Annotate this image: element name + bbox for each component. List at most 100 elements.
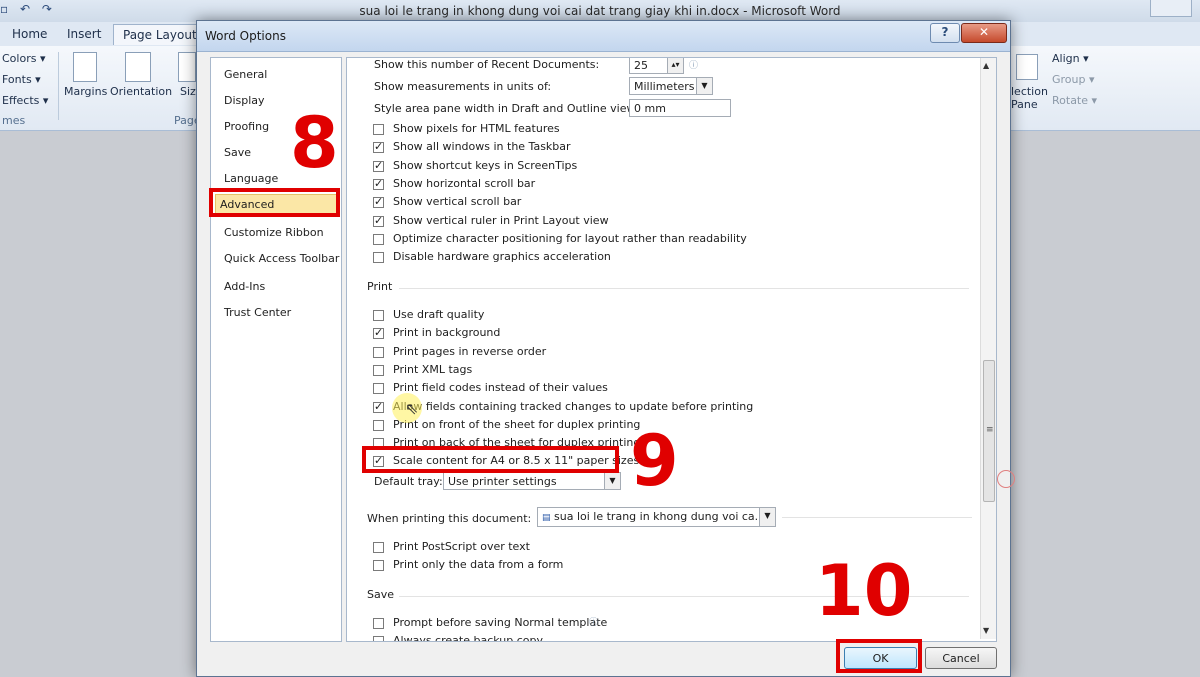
- checkbox-checked[interactable]: [373, 400, 384, 413]
- checkbox-unchecked[interactable]: [373, 124, 384, 135]
- option-label: Print only the data from a form: [393, 558, 564, 572]
- default-tray-value: Use printer settings: [448, 475, 557, 488]
- grip-icon: ≡: [986, 425, 994, 435]
- section-divider: [399, 288, 969, 289]
- measurement-units-label: Show measurements in units of:: [374, 80, 552, 93]
- checkbox-checked[interactable]: [373, 159, 384, 172]
- group-button[interactable]: Group ▾: [1052, 73, 1095, 86]
- mouse-cursor-icon: ⇖: [405, 399, 419, 418]
- nav-customize-ribbon[interactable]: Customize Ribbon: [224, 226, 324, 239]
- nav-trust-center[interactable]: Trust Center: [224, 306, 291, 319]
- highlight-advanced: [209, 188, 340, 217]
- chevron-down-icon[interactable]: ▼: [759, 508, 775, 526]
- option-label: Print on front of the sheet for duplex p…: [393, 417, 641, 431]
- checkbox-checked[interactable]: [373, 326, 384, 340]
- theme-effects-button[interactable]: Effects ▾: [2, 94, 48, 107]
- save-section-heading: Save: [367, 588, 395, 601]
- default-tray-label: Default tray:: [374, 475, 443, 488]
- option-label: Disable hardware graphics acceleration: [393, 250, 611, 264]
- rotate-button[interactable]: Rotate ▾: [1052, 94, 1097, 107]
- checkbox-unchecked[interactable]: [373, 346, 384, 358]
- checkbox-checked[interactable]: [373, 195, 384, 209]
- tab-home[interactable]: Home: [12, 27, 47, 41]
- checkbox-unchecked[interactable]: [373, 310, 384, 321]
- options-scrollbar[interactable]: ▲ ≡ ▼: [980, 58, 996, 639]
- style-area-input[interactable]: 0 mm: [629, 99, 731, 117]
- option-label: Show all windows in the Taskbar: [393, 140, 571, 154]
- info-icon: ⓘ: [589, 618, 599, 628]
- cancel-button[interactable]: Cancel: [925, 647, 997, 669]
- step-9-label: 9: [630, 420, 679, 502]
- tab-insert[interactable]: Insert: [67, 27, 101, 41]
- nav-quick-access-toolbar[interactable]: Quick Access Toolbar: [224, 252, 339, 265]
- option-label: Show vertical scroll bar: [393, 195, 522, 209]
- recent-documents-value: 25: [634, 59, 648, 72]
- checkbox-unchecked[interactable]: [373, 419, 384, 431]
- size-button[interactable]: Siz: [180, 85, 196, 98]
- checkbox-unchecked[interactable]: [373, 252, 384, 264]
- nav-general[interactable]: General: [224, 68, 267, 81]
- tab-page-layout[interactable]: Page Layout: [113, 24, 207, 45]
- section-divider: [782, 517, 972, 518]
- checkbox-unchecked[interactable]: [373, 383, 384, 395]
- theme-colors-button[interactable]: Colors ▾: [2, 52, 45, 65]
- option-label: Print XML tags: [393, 362, 473, 376]
- selection-pane-label: Pane: [1011, 98, 1038, 111]
- checkbox-unchecked[interactable]: [373, 618, 384, 629]
- selection-pane-icon: [1016, 54, 1038, 80]
- print-document-select[interactable]: ▤ sua loi le trang in khong dung voi ca.…: [537, 507, 776, 527]
- nav-save[interactable]: Save: [224, 146, 251, 159]
- document-icon: ▤: [542, 513, 551, 523]
- print-document-value: sua loi le trang in khong dung voi ca...: [554, 510, 766, 523]
- recent-documents-label: Show this number of Recent Documents:: [374, 58, 600, 71]
- checkbox-unchecked[interactable]: [373, 542, 384, 553]
- option-label: Show vertical ruler in Print Layout view: [393, 213, 609, 227]
- option-label: Always create backup copy: [393, 634, 543, 642]
- scroll-up-icon[interactable]: ▲: [983, 61, 989, 70]
- nav-proofing[interactable]: Proofing: [224, 120, 269, 133]
- margins-icon: [73, 52, 97, 82]
- margins-button[interactable]: Margins: [64, 85, 107, 98]
- info-icon: ⓘ: [689, 61, 699, 71]
- help-button[interactable]: ?: [930, 23, 960, 43]
- scroll-down-icon[interactable]: ▼: [983, 626, 989, 635]
- themes-group-label: mes: [2, 114, 26, 127]
- close-button[interactable]: ✕: [961, 23, 1007, 43]
- recent-documents-spinner[interactable]: 25 ▴▾: [629, 58, 684, 74]
- step-10-label: 10: [815, 550, 913, 632]
- selection-pane-button[interactable]: lection: [1011, 85, 1048, 98]
- dialog-title-bar: Word Options ? ✕: [197, 21, 1010, 52]
- scrollbar-thumb[interactable]: ≡: [983, 360, 995, 502]
- highlight-ok-button: [836, 639, 922, 673]
- orientation-button[interactable]: Orientation: [110, 85, 172, 98]
- align-button[interactable]: Align ▾: [1052, 52, 1089, 65]
- nav-add-ins[interactable]: Add-Ins: [224, 280, 265, 293]
- checkbox-checked[interactable]: [373, 177, 384, 190]
- word-title-bar: ▫ ↶ ↷ sua loi le trang in khong dung voi…: [0, 0, 1200, 22]
- option-label: Print field codes instead of their value…: [393, 381, 608, 395]
- ribbon-separator: [58, 52, 59, 120]
- checkbox-unchecked[interactable]: [373, 364, 384, 376]
- theme-fonts-button[interactable]: Fonts ▾: [2, 73, 41, 86]
- checkbox-unchecked[interactable]: [373, 560, 384, 572]
- chevron-down-icon[interactable]: ▼: [696, 78, 712, 94]
- checkbox-unchecked[interactable]: [373, 233, 384, 245]
- nav-display[interactable]: Display: [224, 94, 265, 107]
- option-label: Show shortcut keys in ScreenTips: [393, 158, 578, 172]
- default-tray-select[interactable]: Use printer settings ▼: [443, 472, 621, 490]
- nav-language[interactable]: Language: [224, 172, 278, 185]
- checkbox-checked[interactable]: [373, 140, 384, 154]
- orientation-icon: [125, 52, 151, 82]
- spinner-arrows-icon[interactable]: ▴▾: [667, 58, 683, 73]
- option-label: Print in background: [393, 326, 501, 340]
- chevron-down-icon[interactable]: ▼: [604, 473, 620, 489]
- click-indicator-icon: [997, 470, 1015, 488]
- window-controls[interactable]: [1150, 0, 1192, 17]
- checkbox-checked[interactable]: [373, 214, 384, 227]
- option-label: Show pixels for HTML features: [393, 122, 560, 135]
- checkbox-unchecked[interactable]: [373, 636, 384, 641]
- option-label: Use draft quality: [393, 308, 485, 321]
- measurement-units-select[interactable]: Millimeters ▼: [629, 77, 713, 95]
- size-icon: [178, 52, 196, 82]
- option-label: Allow fields containing tracked changes …: [393, 399, 754, 413]
